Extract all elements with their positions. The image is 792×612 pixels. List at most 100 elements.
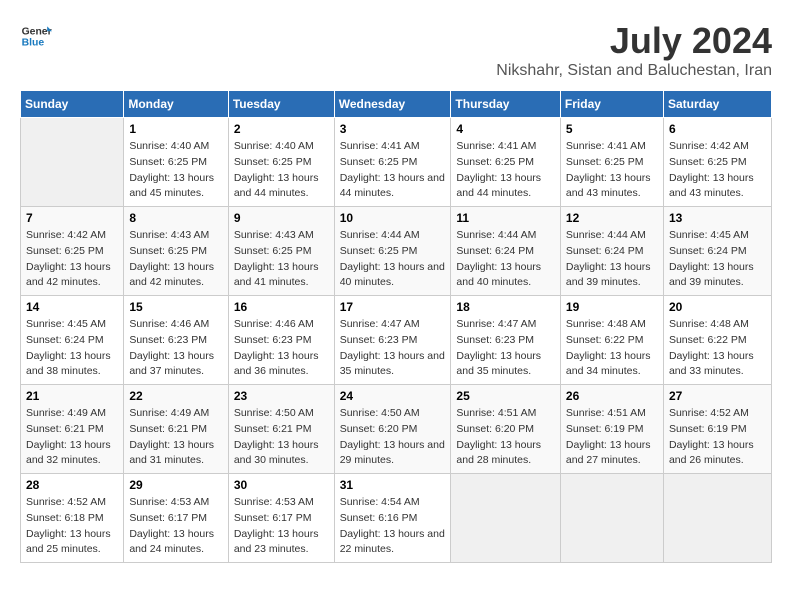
- day-number: 13: [669, 211, 766, 225]
- day-number: 21: [26, 389, 118, 403]
- day-detail: Sunrise: 4:45 AMSunset: 6:24 PMDaylight:…: [669, 228, 766, 291]
- day-number: 9: [234, 211, 329, 225]
- days-of-week-row: SundayMondayTuesdayWednesdayThursdayFrid…: [21, 91, 772, 118]
- table-cell: 6 Sunrise: 4:42 AMSunset: 6:25 PMDaylight…: [663, 118, 771, 207]
- day-detail: Sunrise: 4:53 AMSunset: 6:17 PMDaylight:…: [129, 495, 222, 558]
- day-detail: Sunrise: 4:44 AMSunset: 6:24 PMDaylight:…: [456, 228, 555, 291]
- day-number: 10: [340, 211, 446, 225]
- day-number: 14: [26, 300, 118, 314]
- header-day-thursday: Thursday: [451, 91, 561, 118]
- table-cell: 24Sunrise: 4:50 AMSunset: 6:20 PMDayligh…: [334, 385, 451, 474]
- table-cell: 29Sunrise: 4:53 AMSunset: 6:17 PMDayligh…: [124, 474, 228, 563]
- day-detail: Sunrise: 4:40 AMSunset: 6:25 PMDaylight:…: [129, 139, 222, 202]
- table-cell: 18 Sunrise: 4:47 AMSunset: 6:23 PMDayligh…: [451, 296, 561, 385]
- day-detail: Sunrise: 4:47 AMSunset: 6:23 PMDaylight:…: [340, 317, 446, 380]
- day-number: 15: [129, 300, 222, 314]
- day-detail: Sunrise: 4:49 AMSunset: 6:21 PMDaylight:…: [129, 406, 222, 469]
- table-cell: 23 Sunrise: 4:50 AMSunset: 6:21 PMDayligh…: [228, 385, 334, 474]
- calendar-table: SundayMondayTuesdayWednesdayThursdayFrid…: [20, 90, 772, 563]
- day-detail: Sunrise: 4:52 AMSunset: 6:18 PMDaylight:…: [26, 495, 118, 558]
- table-cell: [663, 474, 771, 563]
- day-detail: Sunrise: 4:49 AMSunset: 6:21 PMDaylight:…: [26, 406, 118, 469]
- table-cell: 8Sunrise: 4:43 AMSunset: 6:25 PMDaylight…: [124, 207, 228, 296]
- week-row-1: 1 Sunrise: 4:40 AMSunset: 6:25 PMDaylight…: [21, 118, 772, 207]
- day-number: 7: [26, 211, 118, 225]
- header-day-tuesday: Tuesday: [228, 91, 334, 118]
- table-cell: 19 Sunrise: 4:48 AMSunset: 6:22 PMDayligh…: [560, 296, 663, 385]
- header-day-sunday: Sunday: [21, 91, 124, 118]
- day-detail: Sunrise: 4:53 AMSunset: 6:17 PMDaylight:…: [234, 495, 329, 558]
- table-cell: 21 Sunrise: 4:49 AMSunset: 6:21 PMDayligh…: [21, 385, 124, 474]
- day-detail: Sunrise: 4:43 AMSunset: 6:25 PMDaylight:…: [234, 228, 329, 291]
- logo-icon: General Blue: [20, 20, 52, 52]
- day-number: 4: [456, 122, 555, 136]
- table-cell: 13 Sunrise: 4:45 AMSunset: 6:24 PMDayligh…: [663, 207, 771, 296]
- day-detail: Sunrise: 4:51 AMSunset: 6:20 PMDaylight:…: [456, 406, 555, 469]
- calendar-body: 1 Sunrise: 4:40 AMSunset: 6:25 PMDaylight…: [21, 118, 772, 563]
- table-cell: 7Sunrise: 4:42 AMSunset: 6:25 PMDaylight…: [21, 207, 124, 296]
- day-number: 17: [340, 300, 446, 314]
- day-detail: Sunrise: 4:44 AMSunset: 6:24 PMDaylight:…: [566, 228, 658, 291]
- calendar-header: SundayMondayTuesdayWednesdayThursdayFrid…: [21, 91, 772, 118]
- day-number: 30: [234, 478, 329, 492]
- table-cell: 10 Sunrise: 4:44 AMSunset: 6:25 PMDayligh…: [334, 207, 451, 296]
- day-number: 28: [26, 478, 118, 492]
- table-cell: 5 Sunrise: 4:41 AMSunset: 6:25 PMDaylight…: [560, 118, 663, 207]
- day-number: 6: [669, 122, 766, 136]
- day-number: 22: [129, 389, 222, 403]
- table-cell: 11Sunrise: 4:44 AMSunset: 6:24 PMDayligh…: [451, 207, 561, 296]
- day-number: 2: [234, 122, 329, 136]
- table-cell: 15Sunrise: 4:46 AMSunset: 6:23 PMDayligh…: [124, 296, 228, 385]
- day-number: 12: [566, 211, 658, 225]
- day-detail: Sunrise: 4:48 AMSunset: 6:22 PMDaylight:…: [669, 317, 766, 380]
- day-number: 16: [234, 300, 329, 314]
- table-cell: 9 Sunrise: 4:43 AMSunset: 6:25 PMDaylight…: [228, 207, 334, 296]
- day-detail: Sunrise: 4:41 AMSunset: 6:25 PMDaylight:…: [456, 139, 555, 202]
- week-row-4: 21 Sunrise: 4:49 AMSunset: 6:21 PMDayligh…: [21, 385, 772, 474]
- table-cell: 25 Sunrise: 4:51 AMSunset: 6:20 PMDayligh…: [451, 385, 561, 474]
- table-cell: 17 Sunrise: 4:47 AMSunset: 6:23 PMDayligh…: [334, 296, 451, 385]
- day-number: 23: [234, 389, 329, 403]
- day-number: 20: [669, 300, 766, 314]
- table-cell: 27Sunrise: 4:52 AMSunset: 6:19 PMDayligh…: [663, 385, 771, 474]
- day-number: 31: [340, 478, 446, 492]
- day-detail: Sunrise: 4:42 AMSunset: 6:25 PMDaylight:…: [669, 139, 766, 202]
- table-cell: 12 Sunrise: 4:44 AMSunset: 6:24 PMDayligh…: [560, 207, 663, 296]
- svg-text:Blue: Blue: [22, 38, 45, 49]
- day-number: 19: [566, 300, 658, 314]
- page-header: General Blue July 2024 Nikshahr, Sistan …: [20, 20, 772, 80]
- day-number: 26: [566, 389, 658, 403]
- day-detail: Sunrise: 4:54 AMSunset: 6:16 PMDaylight:…: [340, 495, 446, 558]
- table-cell: 30 Sunrise: 4:53 AMSunset: 6:17 PMDayligh…: [228, 474, 334, 563]
- header-day-friday: Friday: [560, 91, 663, 118]
- day-number: 3: [340, 122, 446, 136]
- day-detail: Sunrise: 4:47 AMSunset: 6:23 PMDaylight:…: [456, 317, 555, 380]
- day-number: 18: [456, 300, 555, 314]
- table-cell: 2Sunrise: 4:40 AMSunset: 6:25 PMDaylight…: [228, 118, 334, 207]
- table-cell: 14 Sunrise: 4:45 AMSunset: 6:24 PMDayligh…: [21, 296, 124, 385]
- day-detail: Sunrise: 4:41 AMSunset: 6:25 PMDaylight:…: [566, 139, 658, 202]
- table-cell: 1 Sunrise: 4:40 AMSunset: 6:25 PMDaylight…: [124, 118, 228, 207]
- day-detail: Sunrise: 4:50 AMSunset: 6:21 PMDaylight:…: [234, 406, 329, 469]
- day-detail: Sunrise: 4:46 AMSunset: 6:23 PMDaylight:…: [234, 317, 329, 380]
- main-title: July 2024: [496, 20, 772, 62]
- day-number: 1: [129, 122, 222, 136]
- logo: General Blue: [20, 20, 52, 52]
- table-cell: 28 Sunrise: 4:52 AMSunset: 6:18 PMDayligh…: [21, 474, 124, 563]
- day-detail: Sunrise: 4:52 AMSunset: 6:19 PMDaylight:…: [669, 406, 766, 469]
- day-detail: Sunrise: 4:43 AMSunset: 6:25 PMDaylight:…: [129, 228, 222, 291]
- table-cell: [451, 474, 561, 563]
- table-cell: 26 Sunrise: 4:51 AMSunset: 6:19 PMDayligh…: [560, 385, 663, 474]
- table-cell: 31 Sunrise: 4:54 AMSunset: 6:16 PMDayligh…: [334, 474, 451, 563]
- table-cell: 22 Sunrise: 4:49 AMSunset: 6:21 PMDayligh…: [124, 385, 228, 474]
- header-day-wednesday: Wednesday: [334, 91, 451, 118]
- day-detail: Sunrise: 4:48 AMSunset: 6:22 PMDaylight:…: [566, 317, 658, 380]
- day-detail: Sunrise: 4:45 AMSunset: 6:24 PMDaylight:…: [26, 317, 118, 380]
- day-detail: Sunrise: 4:51 AMSunset: 6:19 PMDaylight:…: [566, 406, 658, 469]
- header-day-saturday: Saturday: [663, 91, 771, 118]
- subtitle: Nikshahr, Sistan and Baluchestan, Iran: [496, 62, 772, 80]
- day-number: 25: [456, 389, 555, 403]
- day-detail: Sunrise: 4:44 AMSunset: 6:25 PMDaylight:…: [340, 228, 446, 291]
- day-number: 5: [566, 122, 658, 136]
- week-row-5: 28 Sunrise: 4:52 AMSunset: 6:18 PMDayligh…: [21, 474, 772, 563]
